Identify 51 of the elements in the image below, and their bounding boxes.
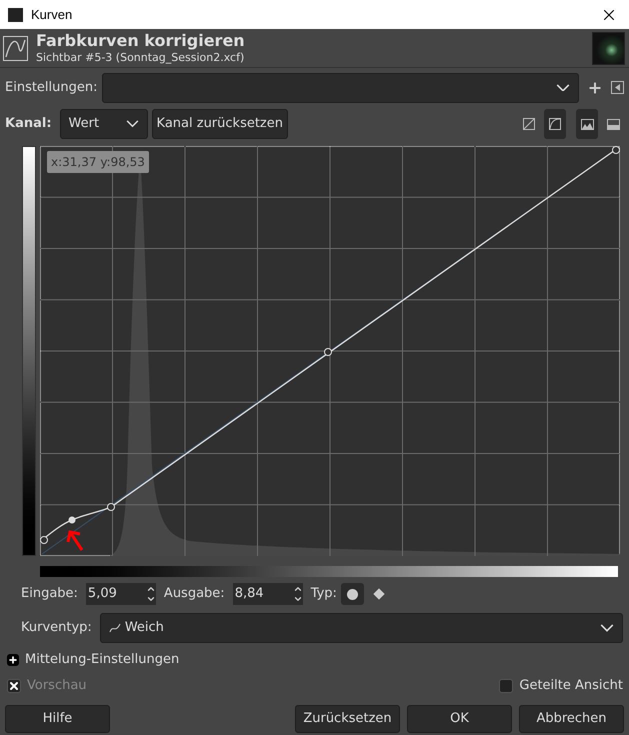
type-label: Typ: — [310, 585, 337, 604]
plus-icon — [8, 655, 18, 665]
curve-icon — [108, 622, 121, 634]
channel-dropdown[interactable]: Wert — [60, 109, 148, 139]
dialog-title: Farbkurven korrigieren — [36, 31, 246, 52]
checkbox-label: Geteilte Ansicht — [519, 677, 623, 696]
increment-icon[interactable] — [292, 584, 303, 594]
dialog-button[interactable]: Zurücksetzen — [295, 705, 400, 733]
add-icon[interactable] — [587, 80, 603, 96]
control-point[interactable] — [324, 348, 332, 356]
dialog-button[interactable]: Hilfe — [5, 705, 110, 733]
input-spinbox[interactable]: 5,09 — [86, 583, 156, 605]
reset-channel-button[interactable]: Kanal zurücksetzen — [152, 109, 288, 139]
curve-type-label: Kurventyp: — [21, 619, 92, 638]
decrement-icon[interactable] — [146, 594, 156, 604]
curve-icon — [3, 36, 28, 60]
menu-icon[interactable] — [611, 81, 624, 94]
output-label: Ausgabe: — [164, 585, 225, 604]
app-icon — [8, 8, 23, 22]
dialog-button[interactable]: Abbrechen — [519, 705, 624, 733]
cross-icon — [8, 680, 20, 692]
chevron-down-icon — [600, 624, 614, 632]
increment-icon[interactable] — [146, 584, 156, 594]
log-curve-icon — [549, 118, 561, 130]
histogram-view-button[interactable] — [576, 109, 598, 139]
arrow — [66, 530, 84, 551]
window-title: Kurven — [31, 6, 74, 24]
checkbox[interactable] — [499, 679, 514, 693]
chevron-down-icon — [556, 84, 570, 92]
histogram-icon — [580, 118, 594, 130]
checkbox-label: Vorschau — [27, 677, 87, 696]
image-thumbnail — [592, 32, 625, 64]
selected-control-point[interactable] — [68, 516, 76, 524]
input-label: Eingabe: — [21, 585, 78, 604]
coordinate-label: x:31,37 y:98,53 — [47, 151, 149, 173]
settings-label: Einstellungen: — [5, 78, 98, 97]
bar-icon — [606, 118, 620, 130]
control-point[interactable] — [612, 146, 620, 154]
control-point[interactable] — [40, 536, 48, 544]
channel-label: Kanal: — [5, 115, 52, 134]
expander[interactable]: Mittelung-Einstellungen — [0, 649, 629, 671]
diagonal-line-icon — [523, 118, 535, 130]
control-point[interactable] — [107, 503, 115, 511]
chevron-down-icon — [126, 120, 139, 128]
logarithmic-histogram-button[interactable] — [544, 109, 566, 139]
dialog-subtitle: Sichtbar #5-3 (Sonntag_Session2.xcf) — [36, 51, 246, 65]
output-spinbox[interactable]: 8,84 — [232, 583, 303, 605]
curve-type-dropdown[interactable]: Weich — [100, 613, 623, 643]
dialog-button[interactable]: OK — [407, 705, 512, 733]
decrement-icon[interactable] — [292, 594, 303, 604]
smooth-point-button[interactable] — [340, 583, 364, 605]
